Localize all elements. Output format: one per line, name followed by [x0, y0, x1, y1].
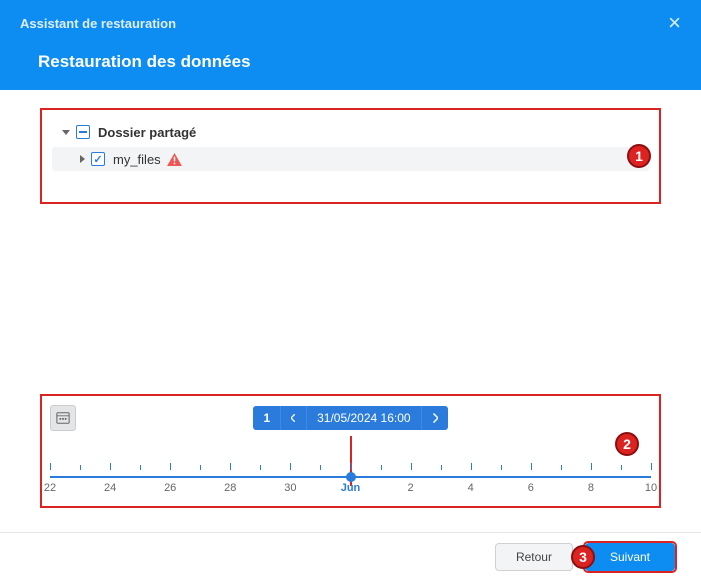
page-title: Restauration des données [38, 52, 681, 72]
checkbox-indeterminate[interactable] [76, 125, 90, 139]
timeline-tick-label: 4 [468, 482, 474, 494]
timeline-tick-label: 10 [645, 482, 657, 494]
timeline-ticks [50, 470, 651, 478]
timeline-toolbar: 1 31/05/2024 16:00 [42, 406, 659, 430]
tree-child-label: my_files [113, 152, 161, 167]
date-selector: 1 31/05/2024 16:00 [253, 406, 447, 430]
next-button-highlight: 3 Suivant [583, 541, 677, 573]
callout-badge-3: 3 [571, 545, 595, 569]
dialog-footer: Retour 3 Suivant [0, 532, 701, 580]
checkbox-checked[interactable] [91, 152, 105, 166]
dialog-header: Assistant de restauration × Restauration… [0, 0, 701, 90]
timeline-tick-label: Jun [341, 482, 361, 494]
timeline-tick-label: 24 [104, 482, 116, 494]
timeline-body[interactable]: 2224262830Jun246810 [42, 436, 659, 500]
timeline-labels: 2224262830Jun246810 [50, 482, 651, 496]
chevron-right-icon[interactable] [80, 155, 85, 163]
next-button[interactable]: Suivant [585, 543, 675, 571]
tree-row-root[interactable]: Dossier partagé [52, 120, 649, 144]
selected-datetime[interactable]: 31/05/2024 16:00 [307, 406, 421, 430]
tree-root-label: Dossier partagé [98, 125, 196, 140]
timeline-tick-label: 26 [164, 482, 176, 494]
back-button[interactable]: Retour [495, 543, 573, 571]
warning-icon [167, 153, 182, 166]
chevron-down-icon[interactable] [62, 130, 70, 135]
assistant-title: Assistant de restauration [20, 16, 176, 31]
timeline-tick-label: 22 [44, 482, 56, 494]
timeline-tick-label: 30 [284, 482, 296, 494]
close-icon[interactable]: × [668, 12, 681, 34]
content-area: Dossier partagé my_files 1 1 [0, 90, 701, 528]
calendar-button[interactable] [50, 405, 76, 431]
timeline-panel: 1 31/05/2024 16:00 2 2224262830Jun246810 [40, 394, 661, 508]
timeline-tick-label: 2 [408, 482, 414, 494]
next-version-button[interactable] [422, 406, 448, 430]
timeline-tick-label: 8 [588, 482, 594, 494]
tree-row-child[interactable]: my_files 1 [52, 147, 649, 171]
timeline-tick-label: 28 [224, 482, 236, 494]
version-count: 1 [253, 406, 281, 430]
folder-tree-panel: Dossier partagé my_files 1 [40, 108, 661, 204]
prev-version-button[interactable] [281, 406, 307, 430]
timeline-tick-label: 6 [528, 482, 534, 494]
callout-badge-1: 1 [627, 144, 651, 168]
